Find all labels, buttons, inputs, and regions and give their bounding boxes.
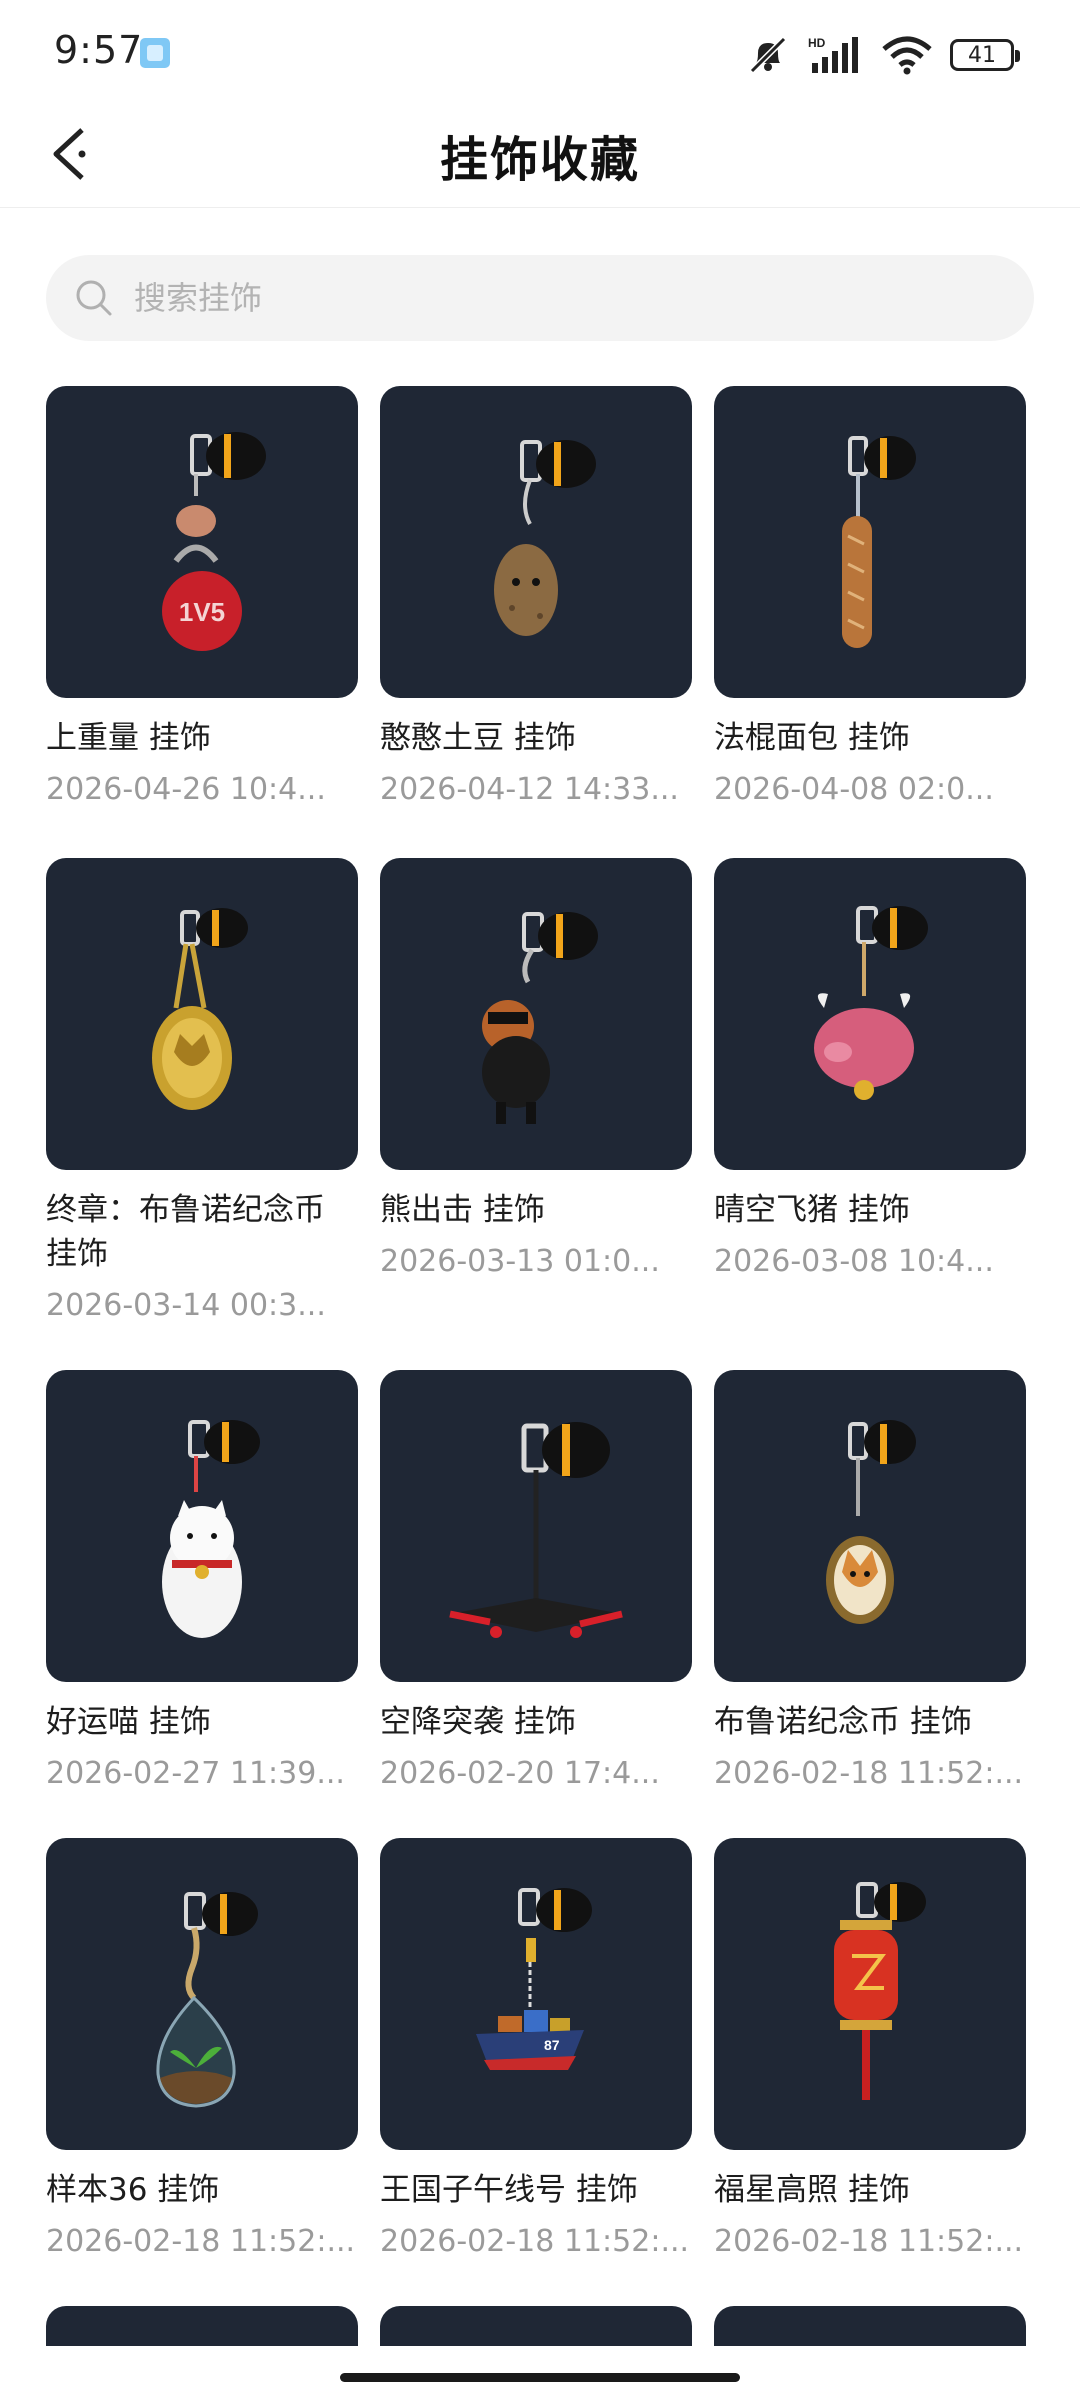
charm-name: 布鲁诺纪念币 挂饰 <box>714 1704 972 1740</box>
bear-charm-image <box>482 912 598 1124</box>
charm-thumbnail <box>714 386 1026 698</box>
charm-thumbnail <box>46 1370 358 1682</box>
charm-name: 好运喵 挂饰 <box>46 1704 211 1740</box>
charm-thumbnail <box>380 386 692 698</box>
charm-name: 样本36 挂饰 <box>46 2172 220 2208</box>
signal-hd-label: HD <box>808 36 826 50</box>
search-icon <box>74 278 114 318</box>
page-title: 挂饰收藏 <box>439 132 640 188</box>
charm-name: 空降突袭 挂饰 <box>380 1704 576 1740</box>
app-notification-icon <box>140 38 170 68</box>
charm-card[interactable]: 样本36 挂饰 2026-02-18 11:52:... <box>46 1838 358 2264</box>
charm-card[interactable]: 熊出击 挂饰 2026-03-13 01:0... <box>380 858 692 1284</box>
charm-name: 晴空飞猪 挂饰 <box>714 1192 910 1228</box>
charm-date: 2026-03-14 00:3... <box>46 1288 326 1323</box>
charm-thumbnail: 87 <box>380 1838 692 2150</box>
charm-card-partial[interactable] <box>46 2306 358 2346</box>
gold-coin-charm-image <box>152 908 248 1110</box>
charm-card-partial[interactable] <box>714 2306 1026 2346</box>
charm-card[interactable]: 晴空飞猪 挂饰 2026-03-08 10:4... <box>714 858 1026 1284</box>
charm-date: 2026-02-20 17:4... <box>380 1756 660 1791</box>
charm-date: 2026-04-12 14:33... <box>380 772 679 807</box>
status-bar: 9:57 HD 41 <box>0 0 1080 100</box>
charm-name: 王国子午线号 挂饰 <box>380 2172 638 2208</box>
charm-card[interactable]: 好运喵 挂饰 2026-02-27 11:39... <box>46 1370 358 1796</box>
charm-name: 法棍面包 挂饰 <box>714 720 910 756</box>
status-icons: HD 41 <box>746 30 1020 80</box>
charm-date: 2026-02-18 11:52:... <box>714 1756 1024 1791</box>
lucky-cat-charm-image <box>162 1420 260 1638</box>
charm-card[interactable]: 1V5 上重量 挂饰 2026-04-26 10:4... <box>46 386 358 812</box>
charm-date: 2026-03-13 01:0... <box>380 1244 660 1279</box>
airdrop-charm-image <box>449 1422 623 1638</box>
charm-thumbnail <box>46 858 358 1170</box>
charm-thumbnail: 1V5 <box>46 386 358 698</box>
header: 挂饰收藏 <box>0 100 1080 208</box>
charm-date: 2026-02-18 11:52:... <box>714 2224 1024 2259</box>
signal-icon: HD <box>808 35 864 75</box>
charm-card[interactable]: 福星高照 挂饰 2026-02-18 11:52:... <box>714 1838 1026 2264</box>
charm-card[interactable]: 憨憨土豆 挂饰 2026-04-12 14:33... <box>380 386 692 812</box>
status-time: 9:57 <box>54 28 144 72</box>
charm-date: 2026-04-26 10:4... <box>46 772 326 807</box>
charm-card[interactable]: 布鲁诺纪念币 挂饰 2026-02-18 11:52:... <box>714 1370 1026 1796</box>
page: 9:57 HD 41 挂饰收藏 搜索挂饰 1V5 上重量 挂饰 2026-04-… <box>0 0 1080 2400</box>
charm-thumbnail <box>380 858 692 1170</box>
charm-card[interactable]: 终章：布鲁诺纪念币 挂饰 2026-03-14 00:3... <box>46 858 358 1328</box>
search-bar[interactable] <box>46 255 1034 341</box>
mute-bell-icon <box>746 35 790 75</box>
home-indicator[interactable] <box>340 2373 740 2382</box>
charm-card[interactable]: 法棍面包 挂饰 2026-04-08 02:0... <box>714 386 1026 812</box>
charm-date: 2026-03-08 10:4... <box>714 1244 994 1279</box>
charm-card-partial[interactable] <box>380 2306 692 2346</box>
flying-pig-charm-image <box>814 906 928 1100</box>
baguette-charm-image <box>842 436 916 648</box>
potato-charm-image <box>494 440 596 636</box>
charm-name: 福星高照 挂饰 <box>714 2172 910 2208</box>
corgi-coin-charm-image <box>826 1420 916 1624</box>
charm-date: 2026-02-27 11:39... <box>46 1756 345 1791</box>
lantern-charm-image <box>834 1882 926 2100</box>
charm-thumbnail <box>380 1370 692 1682</box>
weight-charm-image: 1V5 <box>162 432 266 651</box>
ship-charm-image: 87 <box>476 1888 592 2070</box>
charm-date: 2026-02-18 11:52:... <box>46 2224 356 2259</box>
charm-name: 憨憨土豆 挂饰 <box>380 720 576 756</box>
terrarium-charm-image <box>156 1892 258 2108</box>
charm-name: 熊出击 挂饰 <box>380 1192 545 1228</box>
charm-thumbnail <box>714 1838 1026 2150</box>
wifi-icon <box>882 35 932 75</box>
charm-name: 上重量 挂饰 <box>46 720 211 756</box>
charm-card[interactable]: 87 王国子午线号 挂饰 2026-02-18 11:52:... <box>380 1838 692 2264</box>
charm-card[interactable]: 空降突袭 挂饰 2026-02-20 17:4... <box>380 1370 692 1796</box>
charm-thumbnail <box>46 1838 358 2150</box>
charm-date: 2026-02-18 11:52:... <box>380 2224 690 2259</box>
ship-hull-number: 87 <box>544 2037 560 2053</box>
charm-name: 终章：布鲁诺纪念币 挂饰 <box>46 1192 325 1272</box>
charm-thumbnail <box>714 858 1026 1170</box>
battery-indicator: 41 <box>950 39 1020 71</box>
charm-date: 2026-04-08 02:0... <box>714 772 994 807</box>
search-input[interactable] <box>134 279 954 317</box>
charm-thumbnail <box>714 1370 1026 1682</box>
weight-charm-label: 1V5 <box>179 597 225 627</box>
